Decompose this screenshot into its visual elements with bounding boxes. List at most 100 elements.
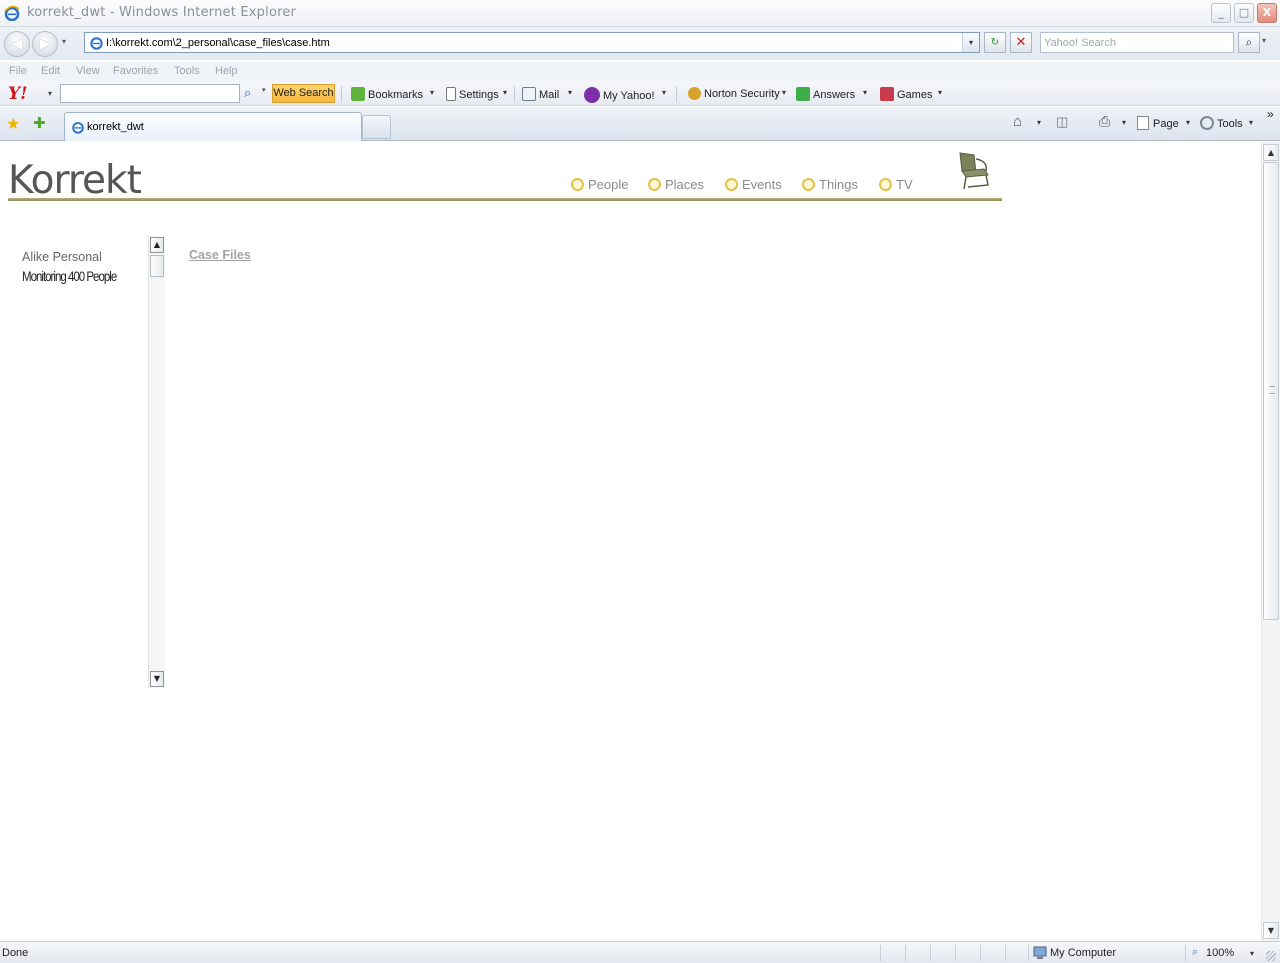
print-icon[interactable]: ⎙ (1099, 113, 1110, 130)
close-button[interactable]: X (1257, 3, 1277, 23)
search-button[interactable]: ⌕ (1238, 32, 1260, 53)
status-divider (1028, 945, 1029, 961)
menu-help[interactable]: Help (215, 65, 238, 77)
forward-button[interactable]: ▶ (32, 31, 58, 57)
address-bar[interactable]: ▾ (84, 32, 980, 53)
maximize-button[interactable]: □ (1234, 3, 1254, 23)
menu-edit[interactable]: Edit (41, 65, 60, 77)
web-search-button[interactable]: Web Search (272, 84, 335, 103)
nav-things[interactable]: Things (802, 177, 858, 192)
search-type-dropdown-icon[interactable]: ▾ (262, 86, 266, 94)
window-title: korrekt_dwt - Windows Internet Explorer (27, 5, 297, 20)
address-dropdown-button[interactable]: ▾ (962, 33, 979, 52)
sidebar-scrollbar[interactable]: ▲ ▼ (148, 236, 165, 688)
yahoo-toolbar: Y! ▾ ⌕ ▾ Web Search Bookmarks ▾ Settings… (0, 82, 1280, 106)
more-commands-icon[interactable]: » (1267, 107, 1274, 121)
nav-tv[interactable]: TV (879, 177, 913, 192)
magnifier-icon[interactable]: ⌕ (244, 85, 251, 101)
my-yahoo-button[interactable]: My Yahoo! (584, 87, 655, 103)
tools-menu-button[interactable]: Tools (1200, 116, 1243, 130)
address-input[interactable] (106, 34, 956, 51)
yahoo-menu-dropdown-icon[interactable]: ▾ (48, 89, 52, 98)
print-dropdown-icon[interactable]: ▾ (1122, 118, 1126, 127)
zoom-dropdown-icon[interactable]: ▾ (1250, 949, 1254, 958)
home-dropdown-icon[interactable]: ▾ (1037, 118, 1041, 127)
page-scroll-thumb[interactable] (1263, 162, 1279, 620)
scroll-thumb[interactable] (150, 255, 164, 277)
nav-circle-icon (725, 178, 738, 191)
nav-circle-icon (648, 178, 661, 191)
status-text: Done (2, 947, 29, 959)
feeds-icon[interactable]: ◫ (1056, 114, 1068, 130)
title-bar: korrekt_dwt - Windows Internet Explorer … (0, 0, 1280, 27)
page-scrollbar[interactable]: ▲ ▼ (1261, 142, 1280, 941)
bookmarks-button[interactable]: Bookmarks (351, 87, 423, 101)
new-tab-button[interactable] (362, 115, 391, 139)
answers-button[interactable]: Answers (796, 87, 855, 101)
scroll-down-button[interactable]: ▼ (150, 671, 164, 687)
korrekt-logo[interactable]: Korrekt (8, 158, 142, 203)
page-menu-button[interactable]: Page (1137, 116, 1179, 130)
nav-circle-icon (879, 178, 892, 191)
search-box[interactable] (1040, 32, 1234, 53)
status-divider (905, 945, 906, 961)
menu-view[interactable]: View (76, 65, 100, 77)
yahoo-logo[interactable]: Y! (8, 84, 28, 104)
nav-people[interactable]: People (571, 177, 628, 192)
resize-grip-icon[interactable] (1266, 951, 1276, 961)
zoom-level[interactable]: 100% (1206, 947, 1234, 959)
scroll-up-button[interactable]: ▲ (150, 237, 164, 253)
stop-button[interactable]: ✕ (1010, 32, 1032, 53)
mail-label: Mail (539, 89, 560, 101)
stop-icon: ✕ (1015, 35, 1027, 50)
norton-dropdown-icon[interactable]: ▾ (782, 88, 786, 97)
close-icon: X (1262, 6, 1272, 19)
refresh-button[interactable]: ↻ (984, 32, 1006, 53)
games-button[interactable]: Games (880, 87, 932, 101)
favorites-star-icon[interactable]: ★ (6, 114, 20, 133)
norton-security-button[interactable]: Norton Security (688, 87, 780, 100)
menu-tools[interactable]: Tools (174, 65, 200, 77)
page-scroll-down-button[interactable]: ▼ (1263, 922, 1279, 939)
case-files-link[interactable]: Case Files (189, 248, 251, 262)
tools-dropdown-icon[interactable]: ▾ (1249, 118, 1253, 127)
scroll-up-icon: ▲ (1267, 148, 1275, 157)
mail-dropdown-icon[interactable]: ▾ (568, 88, 572, 97)
nav-tv-label: TV (896, 177, 913, 192)
tools-menu-label: Tools (1217, 118, 1243, 130)
chevron-down-icon: ▾ (968, 38, 973, 47)
settings-label: Settings (459, 89, 499, 101)
yahoo-search-input[interactable] (60, 84, 240, 103)
search-input[interactable] (1044, 33, 1232, 52)
tab-korrekt-dwt[interactable]: korrekt_dwt (64, 112, 362, 141)
page-dropdown-icon[interactable]: ▾ (1186, 118, 1190, 127)
search-options-dropdown-icon[interactable]: ▾ (1262, 36, 1266, 45)
nav-events[interactable]: Events (725, 177, 782, 192)
security-zone[interactable]: My Computer (1050, 947, 1116, 959)
bookmarks-dropdown-icon[interactable]: ▾ (430, 88, 434, 97)
mail-button[interactable]: Mail (522, 87, 559, 101)
games-dropdown-icon[interactable]: ▾ (938, 88, 942, 97)
nav-places[interactable]: Places (648, 177, 704, 192)
settings-button[interactable]: Settings (446, 87, 499, 101)
menu-file[interactable]: File (9, 65, 27, 77)
answers-dropdown-icon[interactable]: ▾ (863, 88, 867, 97)
zoom-magnifier-icon[interactable]: ⌕ (1192, 946, 1198, 959)
menu-favorites[interactable]: Favorites (113, 65, 158, 77)
nav-things-label: Things (819, 177, 859, 192)
home-icon[interactable]: ⌂ (1013, 113, 1022, 130)
settings-dropdown-icon[interactable]: ▾ (503, 88, 507, 97)
internet-explorer-icon (4, 5, 20, 21)
status-divider (930, 945, 931, 961)
scroll-grip-icon (1269, 386, 1275, 394)
minimize-button[interactable]: _ (1211, 3, 1231, 23)
toolbar-divider (514, 86, 515, 102)
back-button[interactable]: ◀ (4, 31, 30, 57)
add-to-favorites-icon[interactable]: ✚ (33, 114, 46, 132)
nav-circle-icon (802, 178, 815, 191)
my-yahoo-dropdown-icon[interactable]: ▾ (662, 88, 666, 97)
recent-pages-dropdown-icon[interactable]: ▾ (62, 37, 66, 46)
minimize-icon: _ (1218, 6, 1224, 19)
page-scroll-up-button[interactable]: ▲ (1263, 144, 1279, 161)
toolbar-divider (341, 86, 342, 102)
